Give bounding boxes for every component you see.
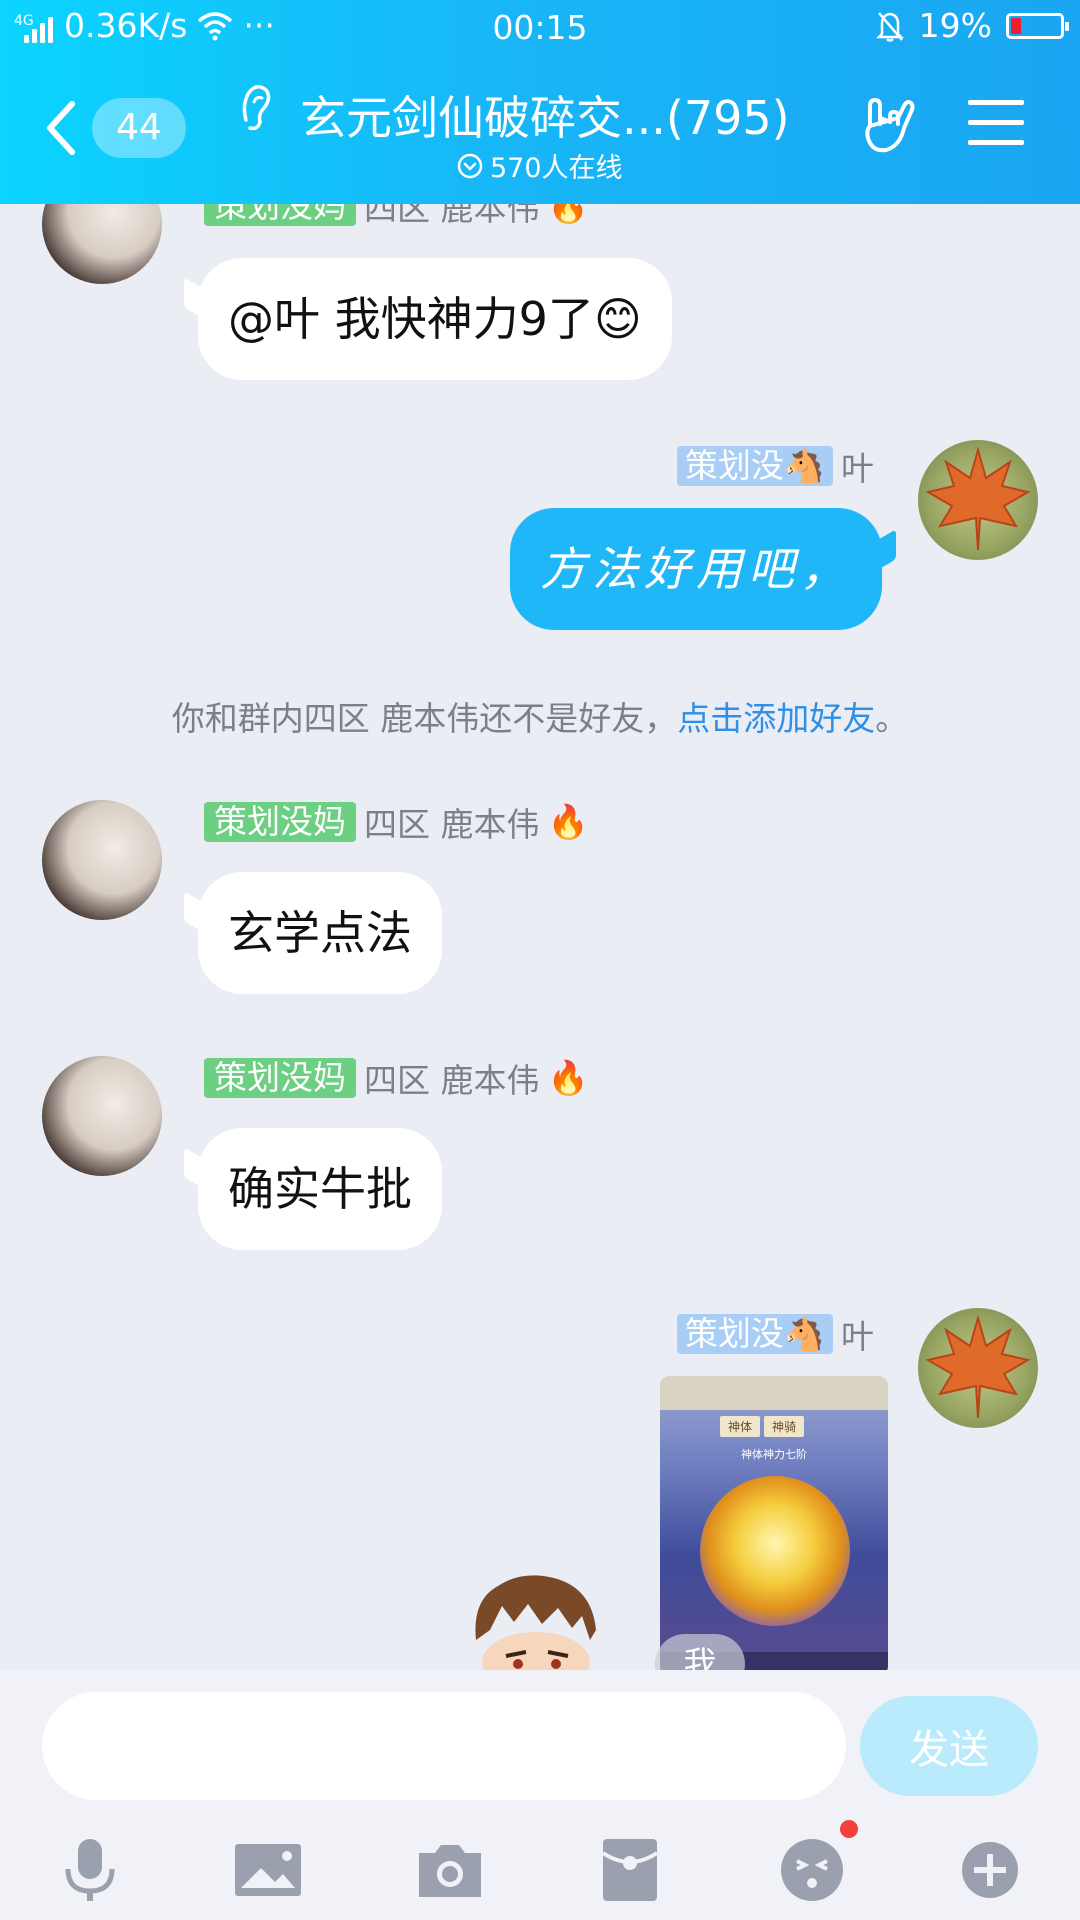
message-bubble[interactable]: 玄学点法 [198,872,442,994]
member-title-tag: 策划没妈 [204,802,356,842]
new-indicator-dot [840,1820,858,1838]
avatar[interactable] [42,800,162,920]
sender-meta: 策划没妈 四区 鹿本伟 🔥 [204,1054,589,1102]
message-input[interactable] [42,1692,846,1800]
avatar[interactable] [918,440,1038,560]
message-bubble[interactable]: 确实牛批 [198,1128,442,1250]
avatar[interactable] [918,1308,1038,1428]
image-caption: 神体神力七阶 [741,1448,807,1461]
red-packet-button[interactable] [590,1830,670,1910]
maple-leaf-icon [925,1314,1031,1419]
fire-icon: 🔥 [547,204,589,225]
back-chevron-icon[interactable] [42,98,82,158]
online-count[interactable]: 570人在线 [456,146,623,185]
sender-name: 叶 [841,1317,874,1356]
online-count-label: 570人在线 [490,153,623,184]
camera-button[interactable] [410,1830,490,1910]
fire-icon: 🔥 [547,802,589,841]
sender-meta: 策划没🐴 叶 [676,442,874,490]
image-icon [235,1844,301,1896]
message-bubble[interactable]: @叶 我快神力9了😊 [198,258,672,380]
golden-figure [700,1476,850,1626]
ear-icon[interactable] [236,80,276,132]
hand-gesture-icon[interactable] [860,96,918,156]
member-title-tag: 策划没🐴 [676,1314,833,1354]
input-area: 发送 [0,1670,1080,1920]
image-button[interactable] [228,1830,308,1910]
sender-name: 叶 [841,449,874,488]
shared-image[interactable]: 神体 神骑 神体神力七阶 [660,1376,888,1670]
status-right: 19% [875,6,1069,45]
avatar[interactable] [42,1056,162,1176]
mic-icon [65,1839,115,1901]
add-friend-link[interactable]: 点击添加好友 [677,699,875,738]
more-button[interactable] [950,1830,1030,1910]
image-header [660,1376,888,1410]
battery-percent: 19% [918,6,992,45]
battery-icon [1006,12,1069,39]
image-tabs: 神体 神骑 [720,1416,805,1437]
avatar[interactable] [42,204,162,284]
title-bar: 4G 0.36K/s ··· 00:15 19% 44 玄元剑仙破碎交...(7… [0,0,1080,204]
self-badge: 我 [655,1634,745,1670]
sender-name[interactable]: 四区 鹿本伟 [364,1054,540,1102]
battery-level [1011,17,1021,34]
add-friend-notice: 你和群内四区 鹿本伟还不是好友，点击添加好友。 [171,699,909,738]
emoji-button[interactable] [772,1820,858,1910]
message-bubble[interactable]: 方法好用吧， [510,508,882,630]
maple-leaf-icon [925,446,1031,551]
group-title[interactable]: 玄元剑仙破碎交...(795) [300,82,790,148]
emoji-icon [781,1839,843,1901]
menu-icon[interactable] [968,100,1024,150]
sender-name[interactable]: 四区 鹿本伟 [364,204,540,230]
member-title-tag: 策划没妈 [204,1058,356,1098]
sender-meta: 策划没妈 四区 鹿本伟 🔥 [204,798,589,846]
red-packet-icon [601,1839,659,1901]
camera-icon [419,1845,481,1897]
fire-icon: 🔥 [547,1058,589,1097]
chat-list[interactable]: 策划没妈 四区 鹿本伟 🔥 @叶 我快神力9了😊 策划没🐴 叶 方法好用吧， 你… [0,204,1080,1670]
send-button[interactable]: 发送 [860,1696,1038,1796]
mic-button[interactable] [50,1830,130,1910]
chevron-circle-icon [457,153,483,178]
sender-meta: 策划没妈 四区 鹿本伟 🔥 [204,204,589,230]
cartoon-sticker-icon[interactable] [462,1570,610,1670]
member-title-tag: 策划没🐴 [676,446,833,486]
sender-meta: 策划没🐴 叶 [676,1310,874,1358]
member-title-tag: 策划没妈 [204,204,356,226]
sender-name[interactable]: 四区 鹿本伟 [364,798,540,846]
plus-icon [962,1842,1018,1898]
bell-muted-icon [875,11,904,42]
unread-count-badge[interactable]: 44 [92,98,186,158]
